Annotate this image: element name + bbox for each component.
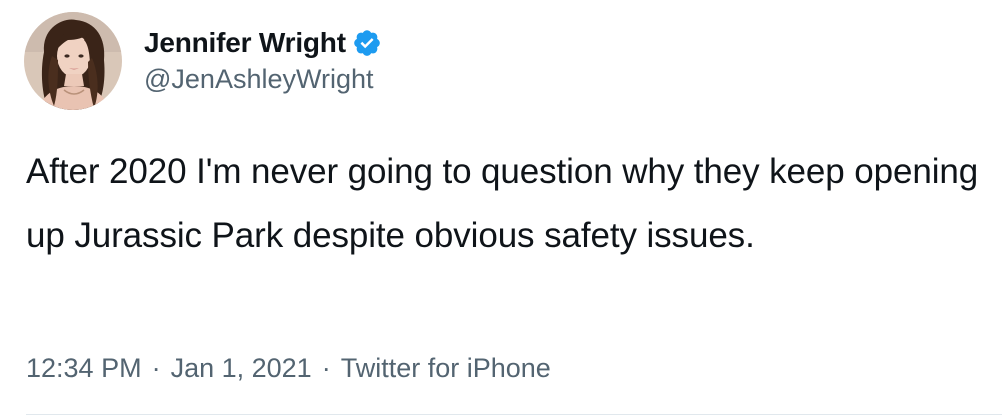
tweet-time[interactable]: 12:34 PM [26,350,142,386]
tweet-text: After 2020 I'm never going to question w… [26,152,979,255]
tweet-header: Jennifer Wright @JenAshleyWright [24,12,382,110]
tweet-metadata: 12:34 PM · Jan 1, 2021 · Twitter for iPh… [26,350,551,386]
tweet-card: Jennifer Wright @JenAshleyWright After 2… [0,0,1002,420]
display-name[interactable]: Jennifer Wright [144,26,346,60]
verified-badge-icon [352,28,382,58]
avatar[interactable] [24,12,122,110]
meta-separator: · [151,353,161,383]
user-handle[interactable]: @JenAshleyWright [144,62,382,96]
author-names: Jennifer Wright @JenAshleyWright [144,26,382,96]
tweet-source[interactable]: Twitter for iPhone [341,350,551,386]
divider [26,414,1002,415]
display-name-row[interactable]: Jennifer Wright [144,26,382,60]
meta-separator: · [321,353,331,383]
tweet-date[interactable]: Jan 1, 2021 [171,350,312,386]
